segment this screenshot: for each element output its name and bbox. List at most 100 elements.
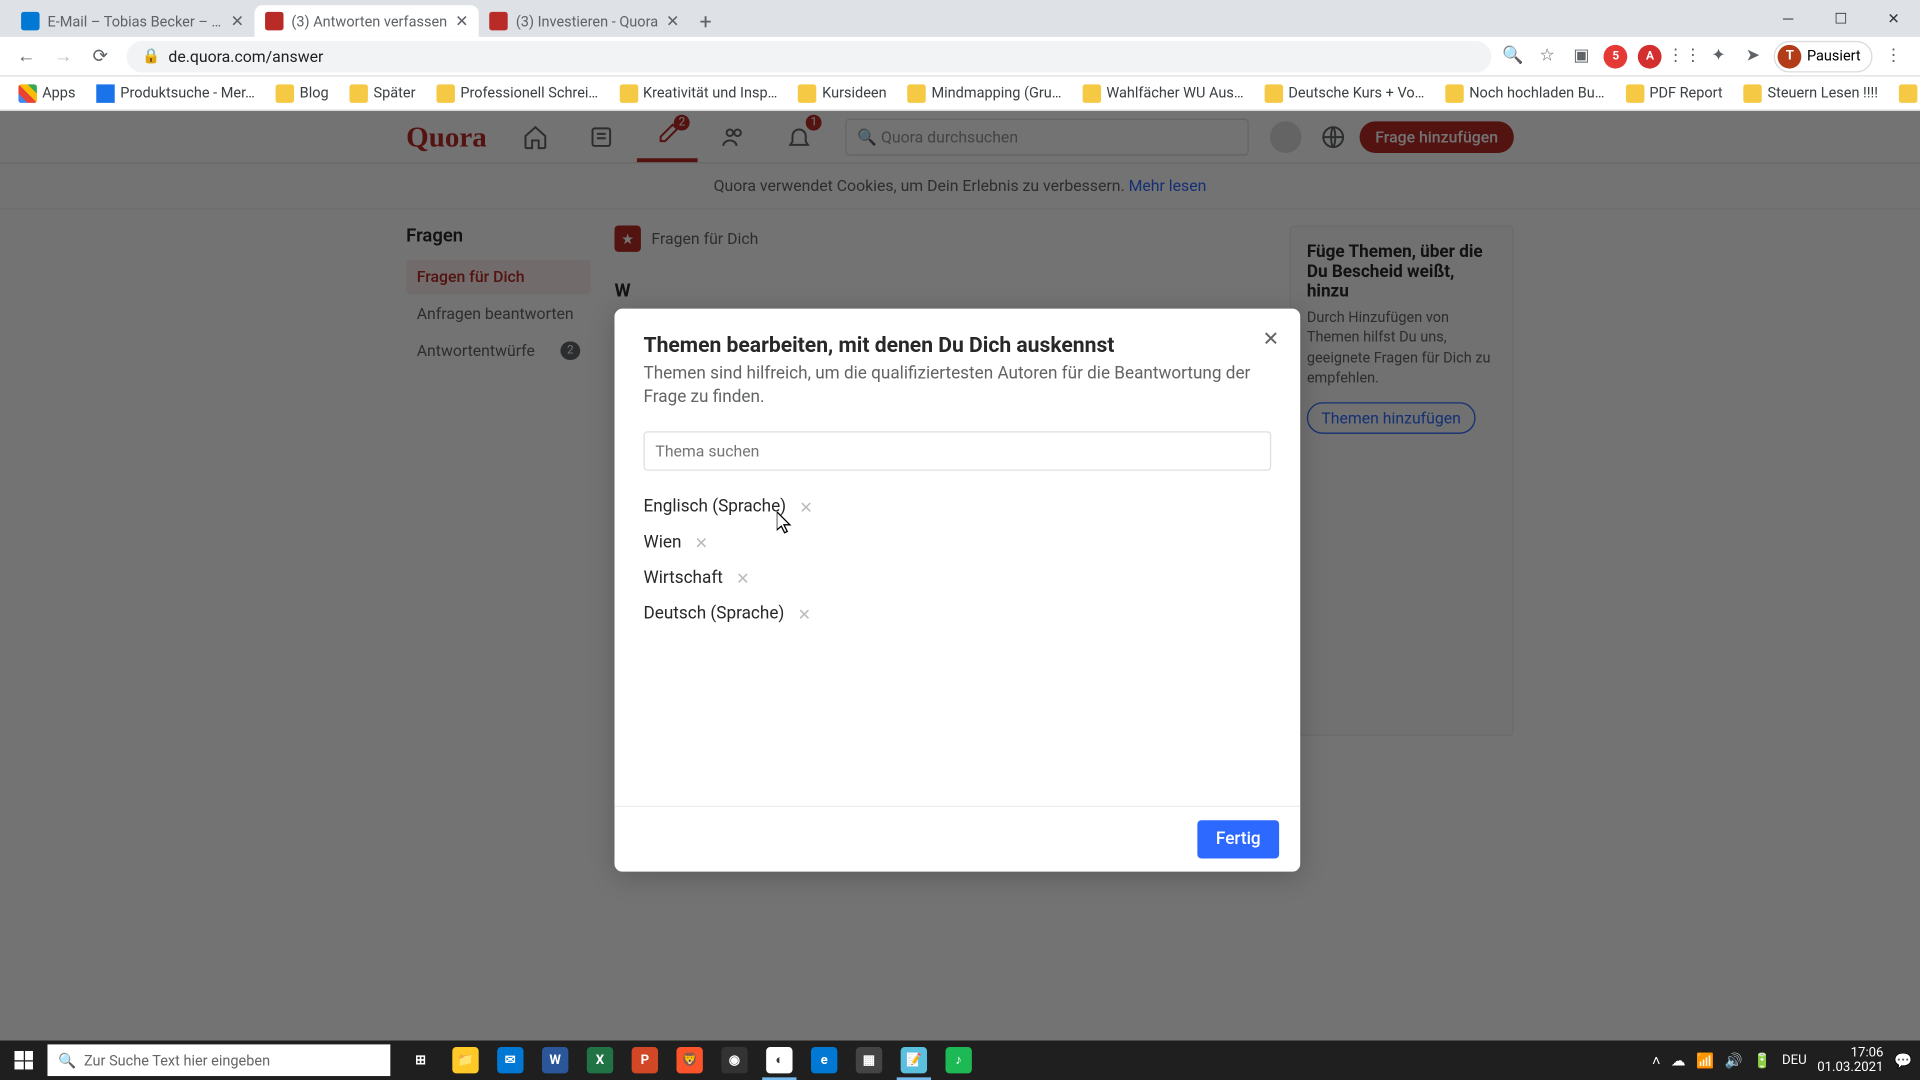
done-button[interactable]: Fertig — [1197, 821, 1279, 859]
new-tab-button[interactable]: + — [690, 5, 722, 37]
windows-taskbar: 🔍 Zur Suche Text hier eingeben ⊞ 📁 ✉ W X… — [0, 1040, 1920, 1080]
battery-icon[interactable]: 🔋 — [1753, 1052, 1771, 1069]
bookmark-item[interactable]: Produktsuche - Mer… — [89, 81, 263, 105]
browser-tab-2[interactable]: (3) Investieren - Quora ✕ — [479, 5, 690, 37]
topic-item: Wien ✕ — [644, 525, 1272, 561]
profile-label: Pausiert — [1807, 47, 1861, 64]
menu-icon[interactable]: ⋮ — [1880, 43, 1906, 69]
bookmark-item[interactable]: Kreativität und Insp… — [611, 81, 785, 105]
browser-toolbar: ← → ⟳ 🔒 de.quora.com/answer 🔍 ☆ ▣ 5 A ⋮⋮… — [0, 37, 1920, 77]
word-icon[interactable]: W — [533, 1040, 578, 1080]
task-view-icon[interactable]: ⊞ — [398, 1040, 443, 1080]
chrome-icon[interactable]: ◐ — [757, 1040, 802, 1080]
page-content: Quora 2 1 🔍 Quora durchsuchen — [0, 111, 1920, 1041]
quora-favicon — [489, 12, 507, 30]
system-tray: ˄ ☁ 📶 🔊 🔋 DEU 17:06 01.03.2021 💬 — [1652, 1046, 1920, 1075]
close-window-button[interactable]: ✕ — [1867, 0, 1920, 37]
tab-title: (3) Investieren - Quora — [516, 13, 658, 30]
tab-title: (3) Antworten verfassen — [291, 13, 447, 30]
remove-topic-icon[interactable]: ✕ — [736, 570, 749, 588]
file-explorer-icon[interactable]: 📁 — [443, 1040, 488, 1080]
close-icon[interactable]: ✕ — [455, 12, 468, 30]
onedrive-icon[interactable]: ☁ — [1671, 1052, 1686, 1069]
language-indicator[interactable]: DEU — [1782, 1053, 1807, 1068]
wifi-icon[interactable]: 📶 — [1696, 1052, 1714, 1069]
topic-search-input[interactable] — [644, 432, 1272, 472]
address-bar[interactable]: 🔒 de.quora.com/answer — [127, 40, 1492, 72]
taskbar-search[interactable]: 🔍 Zur Suche Text hier eingeben — [47, 1044, 390, 1076]
back-button[interactable]: ← — [11, 40, 43, 72]
start-button[interactable] — [0, 1040, 47, 1080]
quora-favicon — [265, 12, 283, 30]
bookmark-item[interactable]: Steuern Lesen !!!! — [1736, 81, 1886, 105]
browser-tab-1[interactable]: (3) Antworten verfassen ✕ — [255, 5, 479, 37]
mouse-cursor — [777, 512, 793, 536]
bookmark-item[interactable]: Noch hochladen Bu… — [1438, 81, 1613, 105]
app-icon[interactable]: ▦ — [847, 1040, 892, 1080]
topic-label: Wien — [644, 533, 682, 553]
search-placeholder: Zur Suche Text hier eingeben — [84, 1052, 270, 1069]
close-icon[interactable]: ✕ — [666, 12, 679, 30]
edit-topics-modal: ✕ Themen bearbeiten, mit denen Du Dich a… — [615, 309, 1301, 873]
extension-icon[interactable]: 5 — [1603, 43, 1629, 69]
qr-icon[interactable]: ▣ — [1568, 43, 1594, 69]
avatar: T — [1778, 44, 1802, 68]
lock-icon: 🔒 — [142, 47, 160, 64]
spotify-icon[interactable]: ♪ — [936, 1040, 981, 1080]
volume-icon[interactable]: 🔊 — [1725, 1052, 1743, 1069]
notifications-icon[interactable]: 💬 — [1894, 1052, 1912, 1069]
outlook-favicon — [21, 12, 39, 30]
clock[interactable]: 17:06 01.03.2021 — [1817, 1046, 1883, 1075]
bookmark-item[interactable]: Mindmapping (Gru… — [900, 81, 1070, 105]
remove-topic-icon[interactable]: ✕ — [799, 498, 812, 516]
bookmark-item[interactable]: Blog — [268, 81, 337, 105]
window-controls: ─ ☐ ✕ — [1762, 0, 1920, 37]
browser-titlebar: E-Mail – Tobias Becker – Outlook ✕ (3) A… — [0, 0, 1920, 37]
abp-icon[interactable]: A — [1637, 43, 1663, 69]
reload-button[interactable]: ⟳ — [84, 40, 116, 72]
brave-icon[interactable]: 🦁 — [667, 1040, 712, 1080]
modal-desc: Themen sind hilfreich, um die qualifizie… — [644, 363, 1272, 411]
topic-label: Wirtschaft — [644, 569, 723, 589]
obs-icon[interactable]: ◉ — [712, 1040, 757, 1080]
bookmarks-bar: AppsProduktsuche - Mer…BlogSpäterProfess… — [0, 76, 1920, 110]
close-icon[interactable]: ✕ — [231, 12, 244, 30]
bookmark-item[interactable]: Später — [342, 81, 424, 105]
excel-icon[interactable]: X — [578, 1040, 623, 1080]
remove-topic-icon[interactable]: ✕ — [798, 605, 811, 623]
forward-button[interactable]: → — [47, 40, 79, 72]
mail-icon[interactable]: ✉ — [488, 1040, 533, 1080]
date: 01.03.2021 — [1817, 1060, 1883, 1075]
topic-label: Deutsch (Sprache) — [644, 604, 785, 624]
bookmark-item[interactable]: Kursideen — [791, 81, 895, 105]
arrow-icon[interactable]: ➤ — [1740, 43, 1766, 69]
remove-topic-icon[interactable]: ✕ — [695, 534, 708, 552]
url-text: de.quora.com/answer — [168, 47, 323, 65]
topic-item: Englisch (Sprache) ✕ — [644, 490, 1272, 526]
chevron-up-icon[interactable]: ˄ — [1652, 1052, 1660, 1069]
puzzle-icon[interactable]: ✦ — [1705, 43, 1731, 69]
bookmark-item[interactable]: Wahlfächer WU Aus… — [1075, 81, 1252, 105]
topic-item: Deutsch (Sprache) ✕ — [644, 597, 1272, 633]
star-icon[interactable]: ☆ — [1534, 43, 1560, 69]
profile-chip[interactable]: T Pausiert — [1774, 40, 1873, 72]
grid-icon[interactable]: ⋮⋮ — [1671, 43, 1697, 69]
zoom-icon[interactable]: 🔍 — [1500, 43, 1526, 69]
bookmark-item[interactable]: PDF Report — [1618, 81, 1731, 105]
notepad-icon[interactable]: 📝 — [891, 1040, 936, 1080]
bookmark-item[interactable]: Professionell Schrei… — [429, 81, 606, 105]
edge-icon[interactable]: e — [802, 1040, 847, 1080]
bookmark-item[interactable]: Deutsche Kurs + Vo… — [1257, 81, 1433, 105]
topic-item: Wirtschaft ✕ — [644, 561, 1272, 597]
close-icon[interactable]: ✕ — [1263, 327, 1280, 351]
maximize-button[interactable]: ☐ — [1815, 0, 1868, 37]
browser-tab-0[interactable]: E-Mail – Tobias Becker – Outlook ✕ — [11, 5, 255, 37]
bookmark-item[interactable]: Steuern Videos wic… — [1891, 81, 1920, 105]
tab-title: E-Mail – Tobias Becker – Outlook — [47, 13, 222, 30]
time: 17:06 — [1817, 1046, 1883, 1061]
topic-label: Englisch (Sprache) — [644, 498, 787, 518]
powerpoint-icon[interactable]: P — [622, 1040, 667, 1080]
bookmark-item[interactable]: Apps — [11, 81, 84, 105]
search-icon: 🔍 — [58, 1052, 76, 1069]
minimize-button[interactable]: ─ — [1762, 0, 1815, 37]
